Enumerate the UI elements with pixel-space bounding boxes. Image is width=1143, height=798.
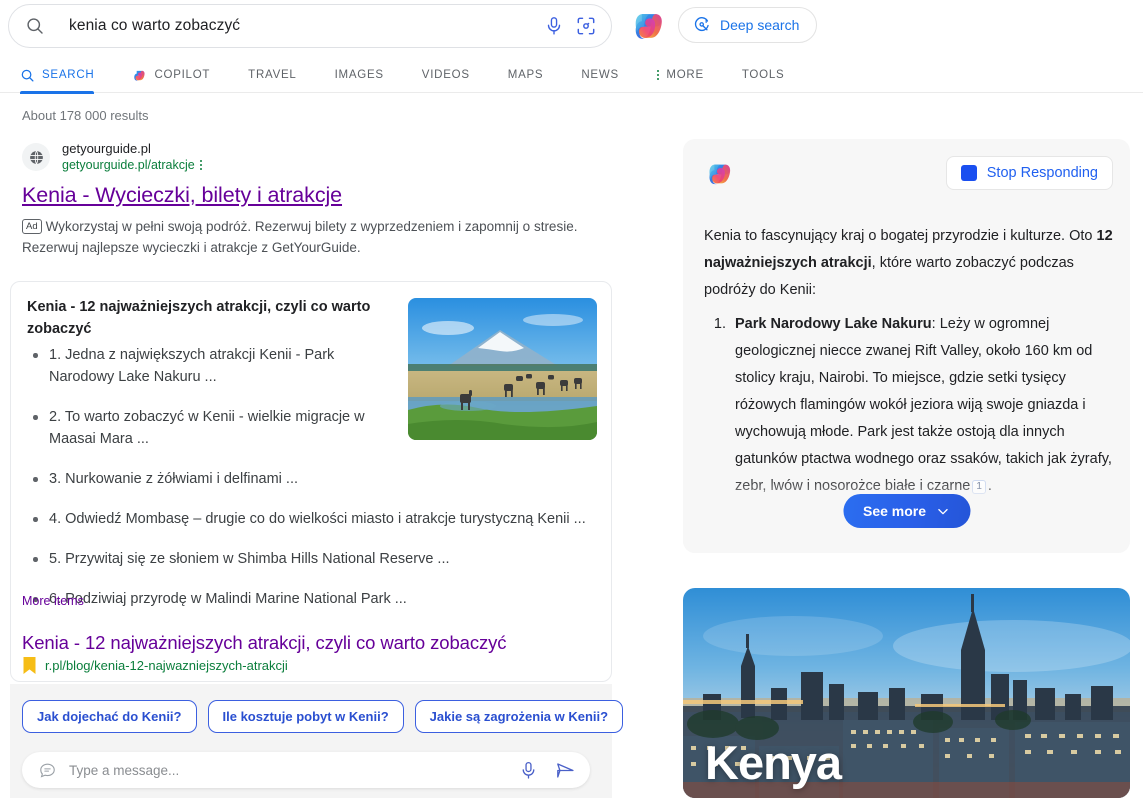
tab-images[interactable]: IMAGES [335,57,384,93]
stop-square-icon [960,165,977,181]
kebab-icon [656,69,660,81]
result-url-row: r.pl/blog/kenia-12-najwazniejszych-atrak… [22,657,288,674]
search-input-value[interactable]: kenia co warto zobaczyć [69,17,533,35]
globe-icon [22,143,50,171]
result-title-link[interactable]: Kenia - 12 najważniejszych atrakcji, czy… [22,630,507,655]
list-item: 6. Podziwiaj przyrodę w Malindi Marine N… [27,588,607,610]
ad-badge: Ad [22,219,42,234]
more-options-icon[interactable] [199,159,203,171]
item-body: : Leży w ogromnej geologicznej niecce zw… [735,316,1112,494]
suggestion-chip[interactable]: Jakie są zagrożenia w Kenii? [414,700,624,733]
chat-bubble-icon [40,763,55,777]
ad-site-url: getyourguide.pl/atrakcje [62,157,203,173]
search-icon [27,18,43,34]
search-results-page: kenia co warto zobaczyć Deep search SEAR… [0,0,1143,798]
ad-site-name: getyourguide.pl [62,141,151,156]
tab-copilot[interactable]: COPILOT [132,57,210,93]
deep-search-label: Deep search [720,17,800,33]
suggestion-chip[interactable]: Ile kosztuje pobyt w Kenii? [207,700,404,733]
copilot-logo-icon[interactable] [630,7,668,45]
ad-description: Ad Wykorzystaj w pełni swoją podróż. Reze… [22,216,582,258]
chevron-down-icon [937,508,948,514]
deep-search-button[interactable]: Deep search [678,7,818,43]
ad-url-text: getyourguide.pl/atrakcje [62,158,195,172]
list-item: 2. To warto zobaczyć w Kenii - wielkie m… [27,406,382,450]
search-bar[interactable]: kenia co warto zobaczyć [8,4,612,48]
list-item: Park Narodowy Lake Nakuru: Leży w ogromn… [730,311,1118,500]
copilot-logo-icon [709,164,731,185]
tab-label: MORE [666,69,704,81]
ad-description-text: Wykorzystaj w pełni swoją podróż. Rezerw… [22,219,578,255]
result-url: r.pl/blog/kenia-12-najwazniejszych-atrak… [45,658,288,673]
microphone-icon[interactable] [543,15,565,37]
ad-title-link[interactable]: Kenia - Wycieczki, bilety i atrakcje [22,182,602,209]
item-title: Park Narodowy Lake Nakuru [735,316,932,332]
tab-label: TRAVEL [248,69,297,81]
citation-badge[interactable]: 1 [972,479,986,494]
suggestion-chips: Jak dojechać do Kenii? Ile kosztuje poby… [22,700,624,733]
kenya-caption: Kenya [705,736,842,789]
ad-result: getyourguide.pl getyourguide.pl/atrakcje… [22,141,602,258]
tab-more[interactable]: MORE [656,57,704,93]
tab-label: TOOLS [741,69,785,81]
header: kenia co warto zobaczyć Deep search [0,0,1143,57]
r-pl-favicon-icon [23,657,36,674]
search-icon [21,69,34,82]
copilot-answer-card: Stop Responding Kenia to fascynujący kra… [683,139,1130,553]
tab-videos[interactable]: VIDEOS [422,57,470,93]
camera-lens-icon[interactable] [575,15,597,37]
suggestion-chip[interactable]: Jak dojechać do Kenii? [22,700,197,733]
more-items-link[interactable]: More items [22,594,84,608]
microphone-icon[interactable] [518,760,539,781]
tab-label: SEARCH [42,69,95,81]
attraction-list: 1. Jedna z największych atrakcji Kenii -… [27,344,607,628]
result-card-heading: Kenia - 12 najważniejszych atrakcji, czy… [27,299,371,337]
tab-label: NEWS [581,69,619,81]
tab-maps[interactable]: MAPS [508,57,544,93]
ad-site-row: getyourguide.pl getyourguide.pl/atrakcje [22,141,602,173]
copilot-intro-paragraph: Kenia to fascynujący kraj o bogatej przy… [704,223,1114,304]
stop-responding-button[interactable]: Stop Responding [945,156,1113,190]
tab-label: COPILOT [154,69,211,81]
deep-search-icon [694,16,709,31]
copilot-logo-icon [134,70,145,81]
tab-travel[interactable]: TRAVEL [248,57,296,93]
tab-search[interactable]: SEARCH [20,57,95,94]
copilot-answer-list: Park Narodowy Lake Nakuru: Leży w ogromn… [704,311,1118,500]
result-card: Kenia - 12 najważniejszych atrakcji, czy… [10,281,612,682]
tab-label: VIDEOS [421,69,470,81]
intro-pre: Kenia to fascynujący kraj o bogatej przy… [704,228,1097,244]
send-icon[interactable] [555,760,576,781]
tab-label: MAPS [507,69,544,81]
results-count: About 178 000 results [22,108,149,123]
message-input-bar[interactable]: Type a message... [22,752,590,788]
nav-tabs: SEARCH COPILOT TRAVEL IMAGES VIDEOS MAPS… [0,57,1143,94]
tab-tools[interactable]: TOOLS [742,57,785,93]
see-more-button[interactable]: See more [842,494,971,528]
tab-label: IMAGES [334,69,384,81]
list-item: 1. Jedna z największych atrakcji Kenii -… [27,344,382,388]
stop-responding-label: Stop Responding [986,165,1098,181]
item-body-end: . [987,478,992,494]
list-item: 3. Nurkowanie z żółwiami i delfinami ... [27,468,607,490]
tab-news[interactable]: NEWS [581,57,619,93]
see-more-label: See more [862,503,927,519]
message-input[interactable]: Type a message... [69,763,502,778]
list-item: 5. Przywitaj się ze słoniem w Shimba Hil… [27,548,607,570]
list-item: 4. Odwiedź Mombasę – drugie co do wielko… [27,508,607,530]
kenya-image-card[interactable]: Kenya [683,588,1130,798]
